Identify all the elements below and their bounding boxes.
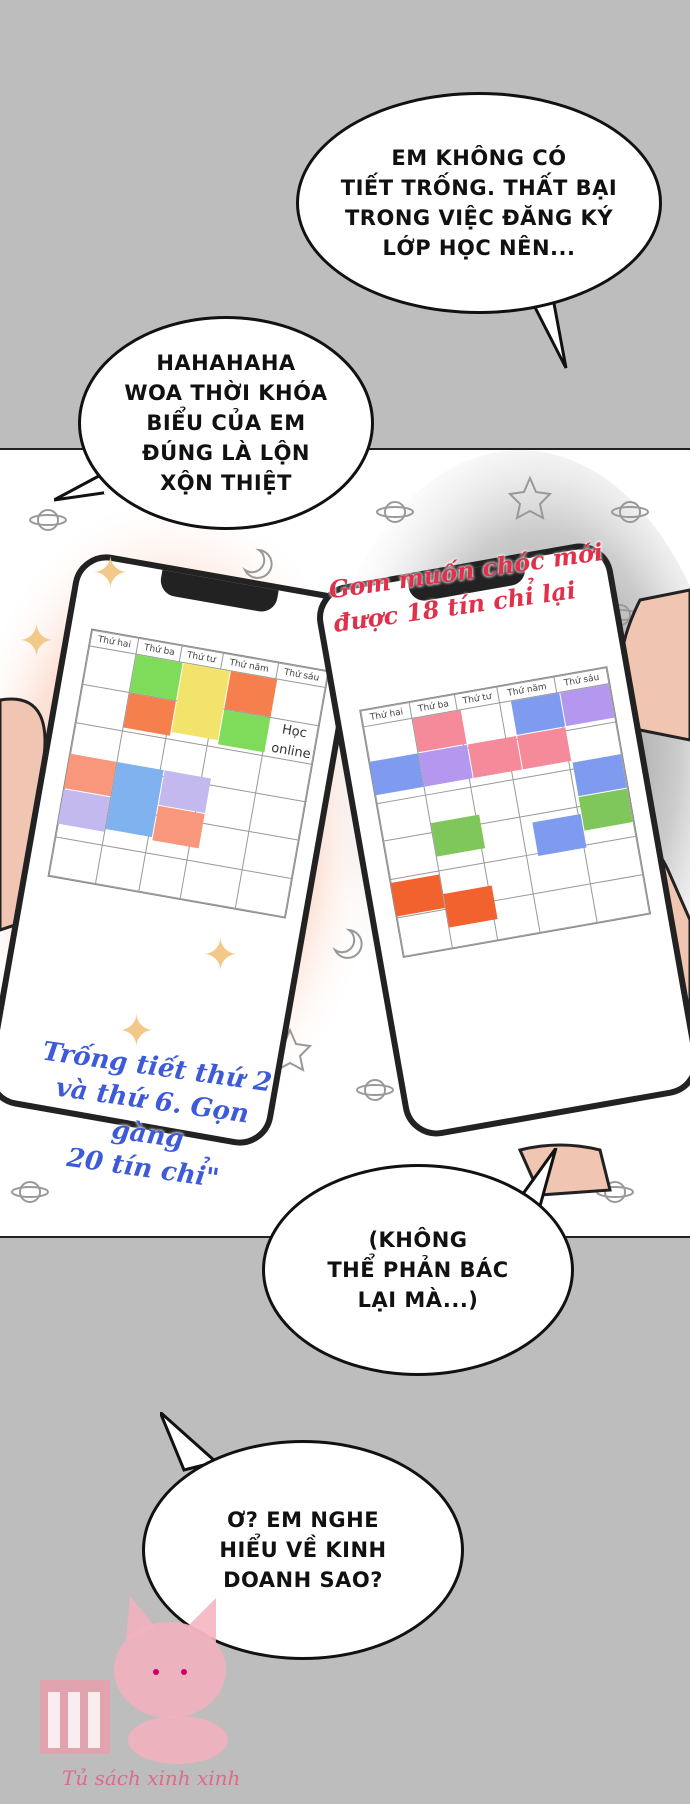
speech-text-2: HAHAHAHA WOA THỜI KHÓA BIỂU CỦA EM ĐÚNG … — [124, 351, 328, 495]
watermark-logo — [40, 1596, 228, 1764]
class-block — [224, 671, 278, 717]
speech-bubble-3: (KHÔNG THỂ PHẢN BÁC LẠI MÀ...) — [262, 1164, 574, 1376]
sparkle-star-icon: ✦ — [202, 930, 239, 981]
speech-text-1: EM KHÔNG CÓ TIẾT TRỐNG. THẤT BẠI TRONG V… — [340, 146, 618, 260]
watermark-text: Tủ sách xinh xinh — [62, 1766, 241, 1790]
sparkle-star-icon: ✦ — [92, 548, 129, 599]
speech-bubble-1: EM KHÔNG CÓ TIẾT TRỐNG. THẤT BẠI TRONG V… — [296, 92, 662, 314]
online-note: Học online — [270, 722, 312, 763]
sparkle-star-icon: ✦ — [18, 616, 55, 667]
phones-panel: Thứ hai Thứ ba Thứ tư Thứ năm Thứ sáu Họ… — [0, 448, 690, 1238]
right-timetable: Thứ hai Thứ ba Thứ tư Thứ năm Thứ sáu — [359, 666, 652, 959]
speech-text-3: (KHÔNG THỂ PHẢN BÁC LẠI MÀ...) — [327, 1228, 509, 1312]
speech-text-4: Ơ? EM NGHE HIỂU VỀ KINH DOANH SAO? — [219, 1508, 387, 1592]
class-block — [129, 654, 183, 701]
speech-bubble-2: HAHAHAHA WOA THỜI KHÓA BIỂU CỦA EM ĐÚNG … — [78, 316, 374, 530]
left-timetable: Thứ hai Thứ ba Thứ tư Thứ năm Thứ sáu Họ… — [47, 628, 330, 919]
